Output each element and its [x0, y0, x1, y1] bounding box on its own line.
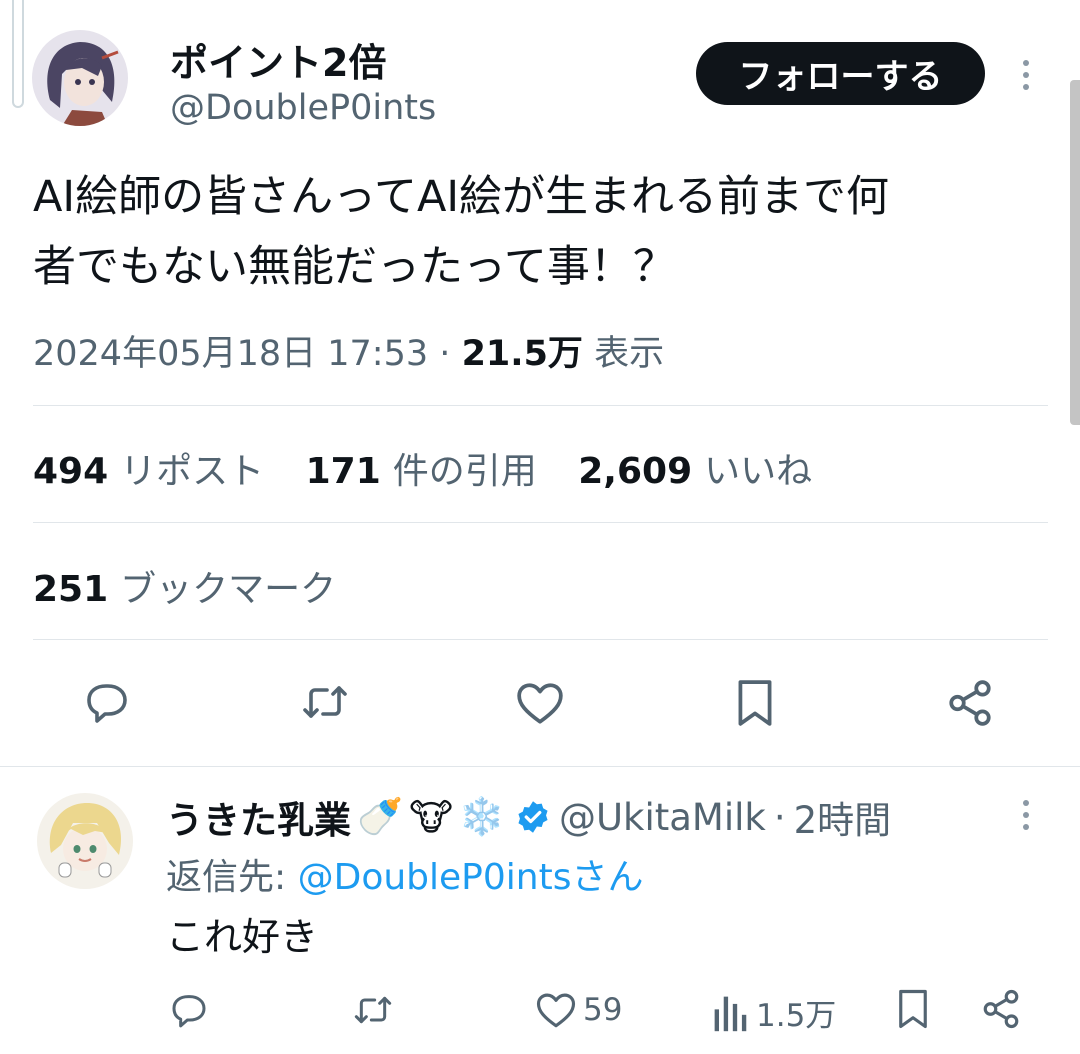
snowflake-emoji: ❄️ — [458, 795, 505, 838]
quotes-stat[interactable]: 171 件の引用 — [306, 451, 567, 492]
bookmark-icon — [738, 680, 772, 726]
views-count: 21.5万 — [461, 334, 583, 374]
divider — [33, 405, 1048, 406]
tweet-text: AI絵師の皆さんってAI絵が生まれる前まで何 者でもない無能だったって事！？ — [33, 162, 1043, 302]
bookmarks-stat[interactable]: 251 ブックマーク — [33, 560, 336, 612]
baby-bottle-emoji: 🍼 — [357, 795, 404, 838]
share-icon — [983, 989, 1019, 1029]
section-divider — [0, 766, 1080, 767]
reply-text: これ好き — [166, 915, 319, 959]
bookmarks-count: 251 — [33, 569, 109, 610]
bookmark-button[interactable] — [733, 678, 777, 728]
reply-repost-button[interactable] — [350, 990, 396, 1030]
reply-header: うきた乳業 🍼 🐮 ❄️ @UkitaMilk · 2時間 — [166, 790, 891, 844]
more-options-icon[interactable] — [1022, 60, 1030, 90]
replying-to-label: 返信先: — [166, 857, 287, 898]
likes-stat[interactable]: 2,609 いいね — [578, 451, 842, 492]
quotes-count: 171 — [305, 451, 381, 492]
quotes-label: 件の引用 — [392, 451, 537, 492]
reply-views-button[interactable]: 1.5万 — [712, 990, 836, 1035]
scrollbar-thumb[interactable] — [1070, 80, 1080, 425]
like-button[interactable] — [515, 680, 565, 726]
share-icon — [949, 680, 991, 726]
repost-icon — [303, 686, 347, 718]
repost-button[interactable] — [298, 678, 352, 726]
likes-label: いいね — [704, 451, 813, 492]
reposts-count: 494 — [33, 451, 109, 492]
engagement-stats: 494 リポスト 171 件の引用 2,609 いいね — [33, 442, 842, 494]
separator-dot: · — [773, 795, 786, 839]
reply-share-button[interactable] — [980, 988, 1022, 1030]
repost-icon — [354, 996, 392, 1024]
likes-count: 2,609 — [578, 451, 693, 492]
tweet-timestamp[interactable]: 2024年05月18日 17:53 — [33, 334, 428, 374]
reply-handle[interactable]: @UkitaMilk — [559, 796, 766, 839]
tweet-text-line: AI絵師の皆さんってAI絵が生まれる前まで何 — [33, 172, 890, 222]
avatar[interactable] — [32, 30, 128, 126]
reply-button[interactable] — [82, 678, 132, 726]
tweet-text-line: 者でもない無能だったって事！？ — [33, 242, 676, 292]
bookmark-icon — [899, 989, 927, 1029]
divider — [33, 522, 1048, 523]
reply-bookmark-button[interactable] — [895, 988, 931, 1030]
reply-icon — [172, 995, 206, 1028]
reply-likes-count: 59 — [583, 992, 623, 1028]
follow-button[interactable]: フォローする — [696, 42, 985, 105]
verified-badge-icon — [518, 801, 548, 833]
cow-emoji: 🐮 — [409, 795, 453, 839]
reply-display-name[interactable]: うきた乳業 — [166, 790, 351, 844]
replying-to-link[interactable]: @DoubleP0intsさん — [298, 857, 644, 898]
share-button[interactable] — [945, 678, 995, 728]
divider — [33, 639, 1048, 640]
bookmarks-label: ブックマーク — [120, 569, 337, 610]
author-handle[interactable]: @DoubleP0ints — [170, 88, 436, 128]
reposts-stat[interactable]: 494 リポスト — [33, 451, 294, 492]
like-icon — [517, 683, 563, 724]
reposts-label: リポスト — [120, 451, 265, 492]
reply-icon — [87, 684, 127, 723]
separator-dot: · — [439, 334, 451, 374]
reply-more-options-icon[interactable] — [1022, 800, 1030, 830]
tweet-metadata: 2024年05月18日 17:53 · 21.5万 表示 — [33, 325, 664, 376]
reply-like-button[interactable]: 59 — [535, 990, 622, 1030]
reply-reply-button[interactable] — [168, 990, 210, 1030]
reply-avatar[interactable] — [37, 793, 133, 889]
author-display-name[interactable]: ポイント2倍 — [170, 32, 386, 87]
reply-timestamp[interactable]: 2時間 — [794, 790, 892, 844]
like-icon — [536, 993, 576, 1028]
replying-to: 返信先: @DoubleP0intsさん — [166, 848, 643, 900]
analytics-icon — [714, 996, 747, 1031]
scroll-indicator-left[interactable] — [12, 0, 24, 108]
reply-views-count: 1.5万 — [756, 998, 837, 1034]
views-label: 表示 — [594, 334, 665, 374]
